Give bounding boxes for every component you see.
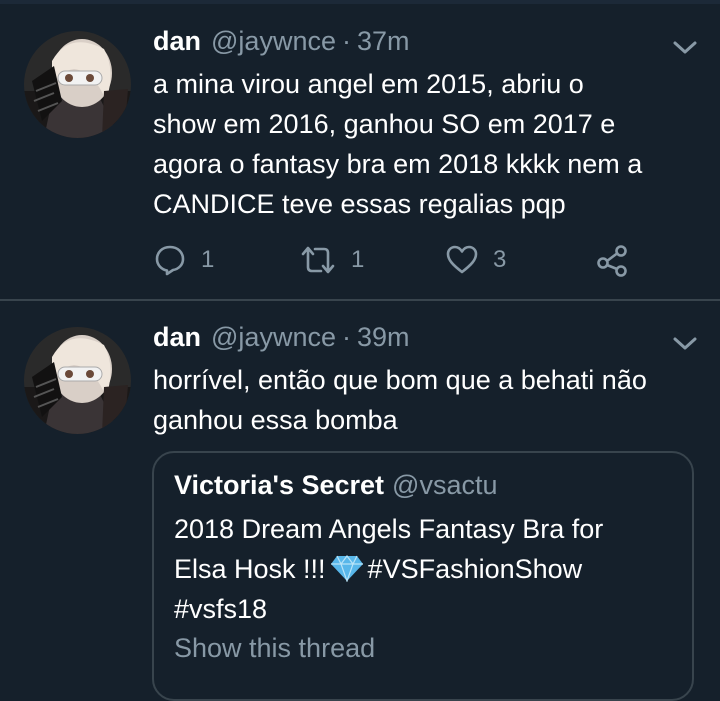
show-thread-link[interactable]: Show this thread (174, 633, 375, 664)
tweet-text: horrível, então que bom que a behati não… (153, 360, 703, 440)
quoted-author-name: Victoria's Secret (174, 470, 385, 500)
tweet-text-line: show em 2016, ganhou SO em 2017 e (153, 109, 616, 139)
author-handle[interactable]: @jaywnce (211, 322, 336, 353)
share-icon (597, 245, 627, 277)
header-separator: · (341, 322, 351, 352)
retweet-button[interactable]: 1 (299, 240, 364, 280)
reply-icon (155, 245, 185, 276)
avatar[interactable] (24, 327, 131, 434)
quoted-tweet-text: 2018 Dream Angels Fantasy Bra for Elsa H… (174, 509, 684, 629)
quoted-author-handle: @vsactu (392, 470, 498, 500)
author-handle[interactable]: @jaywnce (211, 26, 336, 57)
tweet-text-line: agora o fantasy bra em 2018 kkkk nem a (153, 149, 643, 179)
tweet-text-line: horrível, então que bom que a behati não (153, 365, 647, 395)
profile-photo (24, 31, 131, 138)
author-name[interactable]: dan (153, 322, 201, 353)
tweet-text-line: a mina virou angel em 2015, abriu o (153, 69, 584, 99)
gem-stone-icon (330, 555, 363, 582)
chevron-down-icon[interactable] (672, 40, 698, 56)
reply-button[interactable]: 1 (153, 240, 214, 280)
retweet-count: 1 (351, 246, 365, 273)
tweet[interactable]: dan @jaywnce · 37m a mina virou angel em… (0, 0, 720, 301)
tweet-header: dan @jaywnce · 39m (153, 322, 410, 358)
retweet-icon (301, 246, 335, 274)
tweet[interactable]: dan @jaywnce · 39m horrível, então que b… (0, 301, 720, 701)
profile-photo (24, 327, 131, 434)
header-separator: · (341, 26, 351, 56)
quoted-tweet[interactable]: Victoria's Secret @vsactu 2018 Dream Ange… (152, 451, 694, 701)
tweet-header: dan @jaywnce · 37m (153, 26, 410, 62)
chevron-down-icon[interactable] (672, 336, 698, 352)
like-count: 3 (493, 246, 507, 273)
tweet-text-line: CANDICE teve essas regalias pqp (153, 189, 566, 219)
timestamp[interactable]: 39m (357, 322, 410, 353)
share-button[interactable] (595, 240, 629, 280)
heart-icon (446, 245, 478, 274)
hashtag-link[interactable]: #vsfs18 (174, 589, 684, 629)
timestamp[interactable]: 37m (357, 26, 410, 57)
tweet-text-line: ganhou essa bomba (153, 405, 398, 435)
quoted-text-line: 2018 Dream Angels Fantasy Bra for (174, 514, 604, 544)
tweet-actions: 1 1 3 (153, 240, 643, 280)
quoted-tweet-header: Victoria's Secret @vsactu (174, 470, 498, 501)
hashtag-link[interactable]: #VSFashionShow (368, 554, 583, 584)
like-button[interactable]: 3 (445, 240, 506, 280)
quoted-text-segment: Elsa Hosk !!! (174, 554, 326, 584)
tweet-text: a mina virou angel em 2015, abriu o show… (153, 64, 703, 224)
reply-count: 1 (201, 246, 215, 273)
quoted-text-line: Elsa Hosk !!! #VSFashionShow (174, 549, 684, 589)
avatar[interactable] (24, 31, 131, 138)
author-name[interactable]: dan (153, 26, 201, 57)
